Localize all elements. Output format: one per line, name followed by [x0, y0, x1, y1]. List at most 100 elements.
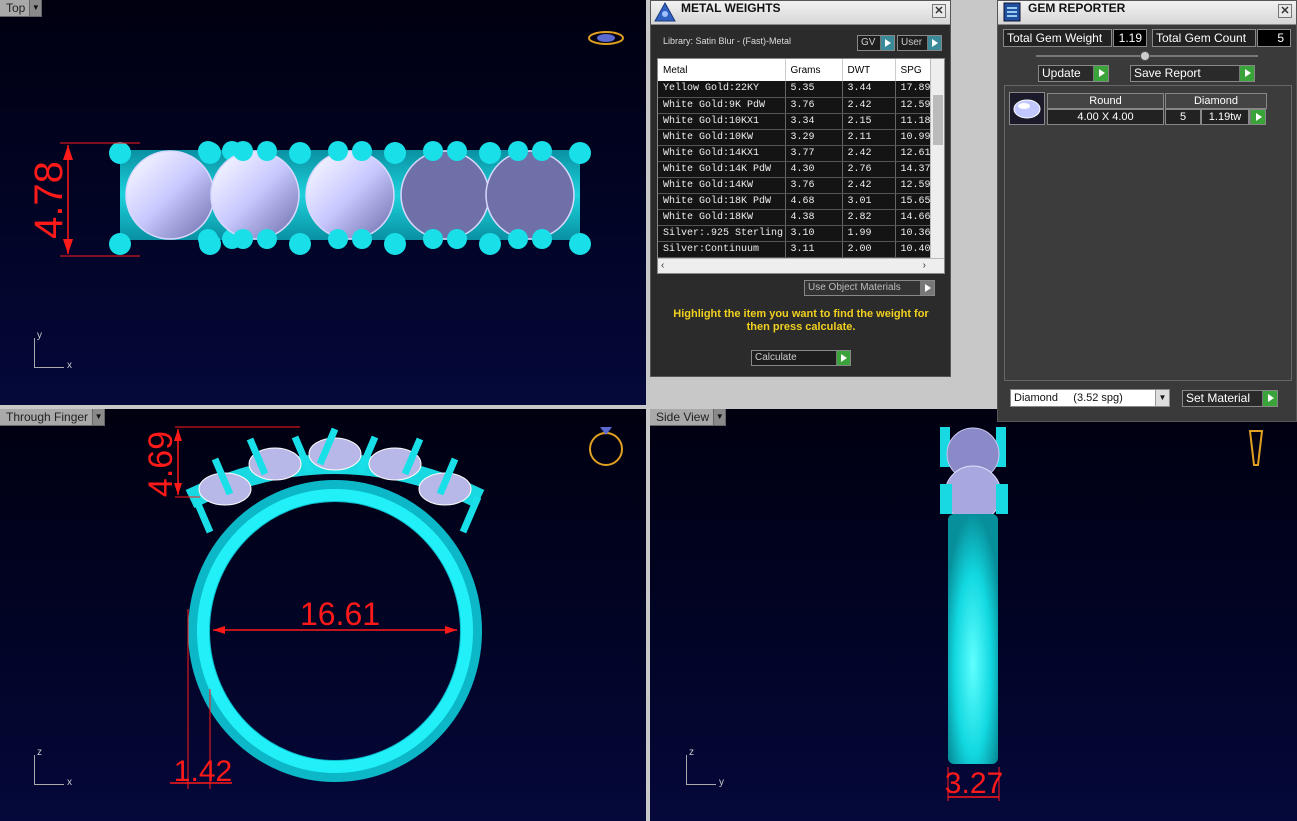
- viewport-through-finger[interactable]: 4.69 16.61 1.42 Through Finger ▼ z x: [0, 409, 646, 821]
- round-diamond-icon: [1013, 99, 1041, 119]
- total-weight-label: Total Gem Weight: [1003, 29, 1112, 47]
- table-row[interactable]: White Gold:10KX1 3.34 2.15 11.18: [658, 113, 944, 130]
- prong: [384, 233, 406, 255]
- calculate-button[interactable]: Calculate: [751, 350, 851, 366]
- update-button[interactable]: Update: [1038, 65, 1109, 82]
- material-select[interactable]: Diamond (3.52 spg) ▼: [1010, 389, 1170, 407]
- table-row[interactable]: White Gold:9K PdW 3.76 2.42 12.59: [658, 97, 944, 114]
- viewport-front-tab[interactable]: Through Finger ▼: [0, 409, 106, 426]
- table-row[interactable]: White Gold:18KW 4.38 2.82 14.66: [658, 209, 944, 226]
- prong: [257, 141, 277, 161]
- top-dimension-label: 4.78: [27, 161, 71, 239]
- prong: [479, 142, 501, 164]
- save-report-label: Save Report: [1134, 66, 1201, 80]
- gemstone: [308, 437, 362, 471]
- use-object-materials-label: Use Object Materials: [808, 282, 901, 293]
- table-row[interactable]: White Gold:14KX1 3.77 2.42 12.61: [658, 145, 944, 162]
- front-shank-label: 1.42: [174, 755, 232, 788]
- total-count-value: 5: [1257, 29, 1291, 47]
- viewport-top[interactable]: 4.78 Top ▼ y x: [0, 0, 646, 405]
- use-object-materials-button[interactable]: Use Object Materials: [804, 280, 935, 296]
- prong: [352, 229, 372, 249]
- user-toggle[interactable]: User: [897, 35, 942, 51]
- table-cell: 3.34: [785, 113, 843, 130]
- gem-reporter-title: GEM REPORTER: [1028, 1, 1126, 15]
- table-row[interactable]: White Gold:14KW 3.76 2.42 12.59: [658, 177, 944, 194]
- prong: [328, 229, 348, 249]
- instruction-text: Highlight the item you want to find the …: [673, 308, 929, 333]
- metal-weights-titlebar[interactable]: METAL WEIGHTS ✕: [651, 1, 950, 25]
- table-row[interactable]: Silver:Continuum 3.11 2.00 10.40: [658, 241, 944, 258]
- set-material-button[interactable]: Set Material: [1182, 390, 1278, 407]
- table-cell: 3.11: [785, 241, 843, 258]
- total-count-label: Total Gem Count: [1152, 29, 1256, 47]
- column-header[interactable]: DWT: [842, 59, 896, 81]
- prong: [233, 229, 253, 249]
- prong: [532, 229, 552, 249]
- prong: [447, 229, 467, 249]
- gem-report-icon: [1003, 2, 1021, 22]
- prong: [479, 233, 501, 255]
- axis-label-h: x: [67, 777, 72, 788]
- prong: [199, 142, 221, 164]
- table-cell: 2.42: [842, 177, 896, 194]
- viewport-side-tab[interactable]: Side View ▼: [650, 409, 727, 426]
- prong: [532, 141, 552, 161]
- chevron-down-icon[interactable]: ▼: [29, 0, 42, 16]
- table-cell: 3.01: [842, 193, 896, 210]
- chevron-down-icon[interactable]: ▼: [1155, 390, 1169, 406]
- divider-slider[interactable]: [1036, 51, 1258, 61]
- table-cell: 4.30: [785, 161, 843, 178]
- chevron-down-icon[interactable]: ▼: [92, 409, 105, 425]
- prong: [352, 141, 372, 161]
- gem-select-button[interactable]: [1249, 109, 1266, 125]
- vertical-scrollbar[interactable]: [930, 59, 944, 259]
- horizontal-scrollbar[interactable]: ‹ ›: [658, 258, 944, 273]
- gem-row[interactable]: Round Diamond 4.00 X 4.00 5 1.19tw: [1009, 92, 1267, 128]
- axis-label-v: z: [689, 747, 694, 758]
- update-label: Update: [1042, 66, 1081, 80]
- user-label: User: [901, 37, 923, 48]
- gem-list[interactable]: Round Diamond 4.00 X 4.00 5 1.19tw: [1004, 85, 1292, 381]
- chevron-down-icon[interactable]: ▼: [713, 409, 726, 425]
- column-header[interactable]: Metal: [658, 59, 786, 81]
- table-row[interactable]: White Gold:14K PdW 4.30 2.76 14.37: [658, 161, 944, 178]
- table-cell: 3.77: [785, 145, 843, 162]
- viewport-side[interactable]: 3.27 Side View ▼ z y: [650, 409, 1297, 821]
- column-header[interactable]: Grams: [785, 59, 843, 81]
- axis-label-h: x: [67, 360, 72, 371]
- prong: [569, 233, 591, 255]
- side-width-label: 3.27: [945, 767, 1003, 800]
- prong: [289, 233, 311, 255]
- close-icon[interactable]: ✕: [1278, 4, 1292, 18]
- table-cell: 2.82: [842, 209, 896, 226]
- ring-side-view: 3.27: [940, 427, 1264, 801]
- gem-count: 5: [1165, 109, 1201, 125]
- metal-table[interactable]: Metal Grams DWT SPG Yellow Gold:22KY 5.35 3.4…: [657, 58, 945, 274]
- table-row[interactable]: White Gold:10KW 3.29 2.11 10.99: [658, 129, 944, 146]
- table-cell: 5.35: [785, 81, 843, 98]
- viewport-top-label: Top: [6, 1, 26, 15]
- table-cell: Silver:Continuum: [658, 241, 786, 258]
- viewport-top-tab[interactable]: Top ▼: [0, 0, 43, 17]
- table-cell: 3.10: [785, 225, 843, 242]
- close-icon[interactable]: ✕: [932, 4, 946, 18]
- axis-gizmo: [34, 338, 64, 368]
- calculate-label: Calculate: [755, 352, 797, 363]
- prong: [199, 233, 221, 255]
- table-row[interactable]: Yellow Gold:22KY 5.35 3.44 17.89: [658, 81, 944, 98]
- metal-weights-title: METAL WEIGHTS: [681, 1, 781, 15]
- table-cell: 3.44: [842, 81, 896, 98]
- gv-toggle[interactable]: GV: [857, 35, 895, 51]
- prong: [508, 141, 528, 161]
- prong: [447, 141, 467, 161]
- viewport-front-label: Through Finger: [6, 410, 89, 424]
- table-cell: 3.76: [785, 177, 843, 194]
- table-row[interactable]: White Gold:18K PdW 4.68 3.01 15.65: [658, 193, 944, 210]
- gemstone: [485, 150, 575, 240]
- prong: [257, 229, 277, 249]
- save-report-button[interactable]: Save Report: [1130, 65, 1255, 82]
- table-row[interactable]: Silver:.925 Sterling 3.10 1.99 10.36: [658, 225, 944, 242]
- gem-reporter-titlebar[interactable]: GEM REPORTER ✕: [998, 1, 1296, 25]
- front-inner-diameter-label: 16.61: [300, 596, 380, 632]
